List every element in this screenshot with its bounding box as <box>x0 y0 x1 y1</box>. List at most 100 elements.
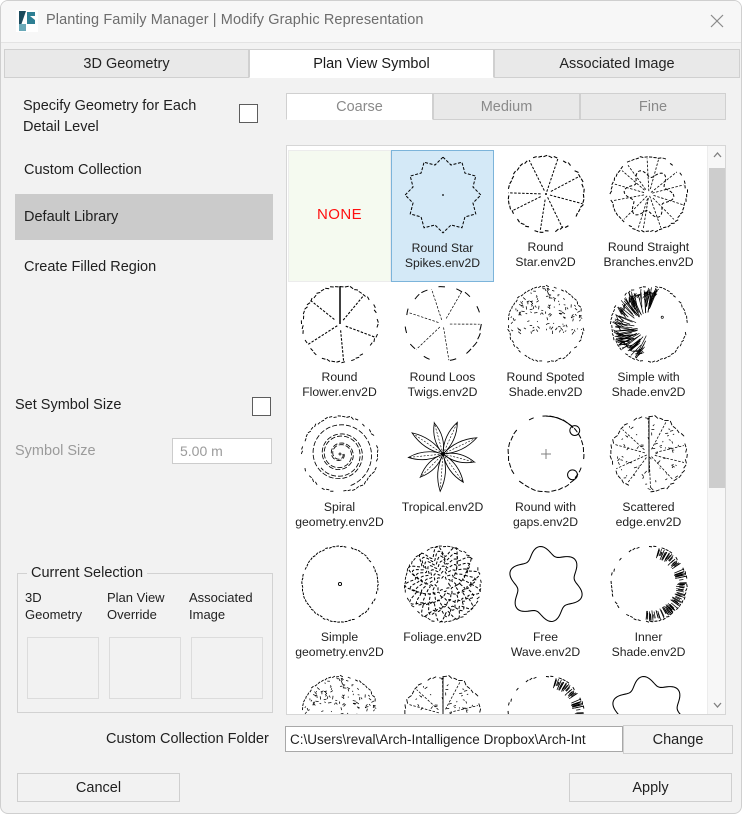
symbol-tile[interactable]: Inner Shade.env2D <box>597 540 700 659</box>
scrollbar-thumb[interactable] <box>709 168 725 488</box>
current-selection-preview-3d-geometry <box>27 637 99 699</box>
symbol-tile[interactable]: Scattered edge.env2D <box>597 410 700 529</box>
symbol-tile[interactable] <box>597 670 700 714</box>
list-item-label: Create Filled Region <box>24 259 156 275</box>
symbol-tile-caption: Round Straight Branches.env2D <box>597 238 700 269</box>
symbol-tile[interactable] <box>391 670 494 714</box>
app-logo-icon <box>16 10 38 32</box>
current-selection-preview-plan-view-override <box>109 637 181 699</box>
list-item-custom-collection[interactable]: Custom Collection <box>15 147 273 193</box>
current-selection-preview-associated-image <box>191 637 263 699</box>
symbol-tile[interactable]: Simple geometry.env2D <box>288 540 391 659</box>
custom-collection-folder-label: Custom Collection Folder <box>106 731 269 747</box>
custom-collection-folder-input[interactable] <box>285 726 623 752</box>
change-folder-button[interactable]: Change <box>623 725 733 754</box>
symbol-tile-caption: Round Star Spikes.env2D <box>392 239 493 270</box>
symbol-tile-caption: Round Star.env2D <box>494 238 597 269</box>
symbol-preview-icon <box>288 410 391 498</box>
title-bar: Planting Family Manager | Modify Graphic… <box>1 1 742 43</box>
list-item-label: Default Library <box>24 209 118 225</box>
symbol-tile-caption: Round Flower.env2D <box>288 368 391 399</box>
symbol-preview-icon <box>288 280 391 368</box>
current-selection-col-3d-geometry: 3D Geometry <box>25 589 101 623</box>
symbol-tile-caption: Inner Shade.env2D <box>597 628 700 659</box>
dialog-window: Planting Family Manager | Modify Graphic… <box>0 0 742 814</box>
symbol-preview-icon <box>391 670 494 714</box>
none-placeholder: NONE <box>289 151 390 277</box>
current-selection-col-plan-view-override: Plan View Override <box>107 589 183 623</box>
symbol-tile[interactable]: Round Star.env2D <box>494 150 597 269</box>
symbol-size-input[interactable] <box>172 438 272 464</box>
tab-coarse-label: Coarse <box>336 99 383 115</box>
symbol-preview-icon <box>288 670 391 714</box>
tab-medium[interactable]: Medium <box>433 93 580 120</box>
tab-plan-view-symbol[interactable]: Plan View Symbol <box>249 49 494 78</box>
close-icon[interactable] <box>695 3 739 39</box>
symbol-tile[interactable]: Round Spoted Shade.env2D <box>494 280 597 399</box>
symbol-preview-icon <box>597 150 700 238</box>
symbol-preview-icon <box>288 540 391 628</box>
symbol-preview-icon <box>494 280 597 368</box>
right-panel: Coarse Medium Fine NONE Round Star Spikes… <box>284 79 742 715</box>
symbol-preview-icon <box>392 151 493 239</box>
symbol-tile-caption: Simple geometry.env2D <box>288 628 391 659</box>
symbol-preview-icon <box>494 150 597 238</box>
symbol-tile-caption: Round Spoted Shade.env2D <box>494 368 597 399</box>
cancel-button[interactable]: Cancel <box>17 773 180 802</box>
scroll-down-icon[interactable] <box>708 696 726 714</box>
symbol-preview-icon <box>597 670 700 714</box>
symbol-tile-caption: Free Wave.env2D <box>494 628 597 659</box>
symbol-tile[interactable]: Foliage.env2D <box>391 540 494 645</box>
symbol-tile[interactable]: Free Wave.env2D <box>494 540 597 659</box>
symbol-size-label: Symbol Size <box>15 443 96 459</box>
list-item-default-library[interactable]: Default Library <box>15 194 273 240</box>
symbol-tile[interactable]: Round Straight Branches.env2D <box>597 150 700 269</box>
symbol-tile[interactable]: Round with gaps.env2D <box>494 410 597 529</box>
set-symbol-size-checkbox[interactable] <box>252 397 271 416</box>
symbol-tile-caption: Scattered edge.env2D <box>597 498 700 529</box>
symbol-preview-icon <box>494 410 597 498</box>
detail-level-tab-bar: Coarse Medium Fine <box>286 93 726 120</box>
symbol-preview-icon <box>597 540 700 628</box>
list-item-label: Custom Collection <box>24 162 142 178</box>
symbol-tile[interactable]: Round Loos Twigs.env2D <box>391 280 494 399</box>
symbol-tile[interactable]: Tropical.env2D <box>391 410 494 515</box>
symbol-tile[interactable] <box>288 670 391 714</box>
symbol-tile[interactable]: NONE <box>288 150 391 282</box>
tab-coarse[interactable]: Coarse <box>286 93 433 120</box>
symbol-preview-icon <box>494 670 597 714</box>
apply-button-label: Apply <box>632 780 668 796</box>
tab-3d-geometry[interactable]: 3D Geometry <box>4 49 249 78</box>
none-label: NONE <box>317 206 362 223</box>
cancel-button-label: Cancel <box>76 780 121 796</box>
symbol-grid-frame: NONE Round Star Spikes.env2DRound Star.en… <box>286 145 726 715</box>
tab-associated-image[interactable]: Associated Image <box>494 49 740 78</box>
symbol-tile[interactable]: Round Flower.env2D <box>288 280 391 399</box>
symbol-grid-scrollbar[interactable] <box>707 146 725 714</box>
symbol-preview-icon <box>391 540 494 628</box>
tab-fine-label: Fine <box>639 99 667 115</box>
symbol-preview-icon <box>597 280 700 368</box>
symbol-preview-icon <box>494 540 597 628</box>
symbol-tile-caption: Round with gaps.env2D <box>494 498 597 529</box>
current-selection-group: Current Selection 3D Geometry Plan View … <box>17 573 273 713</box>
symbol-preview-icon <box>597 410 700 498</box>
symbol-tile[interactable] <box>494 670 597 714</box>
current-selection-title: Current Selection <box>27 565 147 581</box>
specify-geometry-label: Specify Geometry for Each Detail Level <box>23 96 223 138</box>
list-item-create-filled-region[interactable]: Create Filled Region <box>15 244 273 290</box>
symbol-tile-caption: Spiral geometry.env2D <box>288 498 391 529</box>
window-title: Planting Family Manager | Modify Graphic… <box>46 12 424 28</box>
tab-plan-view-symbol-label: Plan View Symbol <box>313 56 430 72</box>
symbol-tile-caption: Round Loos Twigs.env2D <box>391 368 494 399</box>
symbol-tile[interactable]: Spiral geometry.env2D <box>288 410 391 529</box>
scroll-up-icon[interactable] <box>708 146 726 164</box>
change-folder-button-label: Change <box>653 732 704 748</box>
tab-3d-geometry-label: 3D Geometry <box>83 56 169 72</box>
symbol-tile[interactable]: Simple with Shade.env2D <box>597 280 700 399</box>
apply-button[interactable]: Apply <box>569 773 732 802</box>
tab-fine[interactable]: Fine <box>580 93 726 120</box>
symbol-tile-caption: Foliage.env2D <box>391 628 494 645</box>
specify-geometry-checkbox[interactable] <box>239 104 258 123</box>
symbol-tile[interactable]: Round Star Spikes.env2D <box>391 150 494 282</box>
